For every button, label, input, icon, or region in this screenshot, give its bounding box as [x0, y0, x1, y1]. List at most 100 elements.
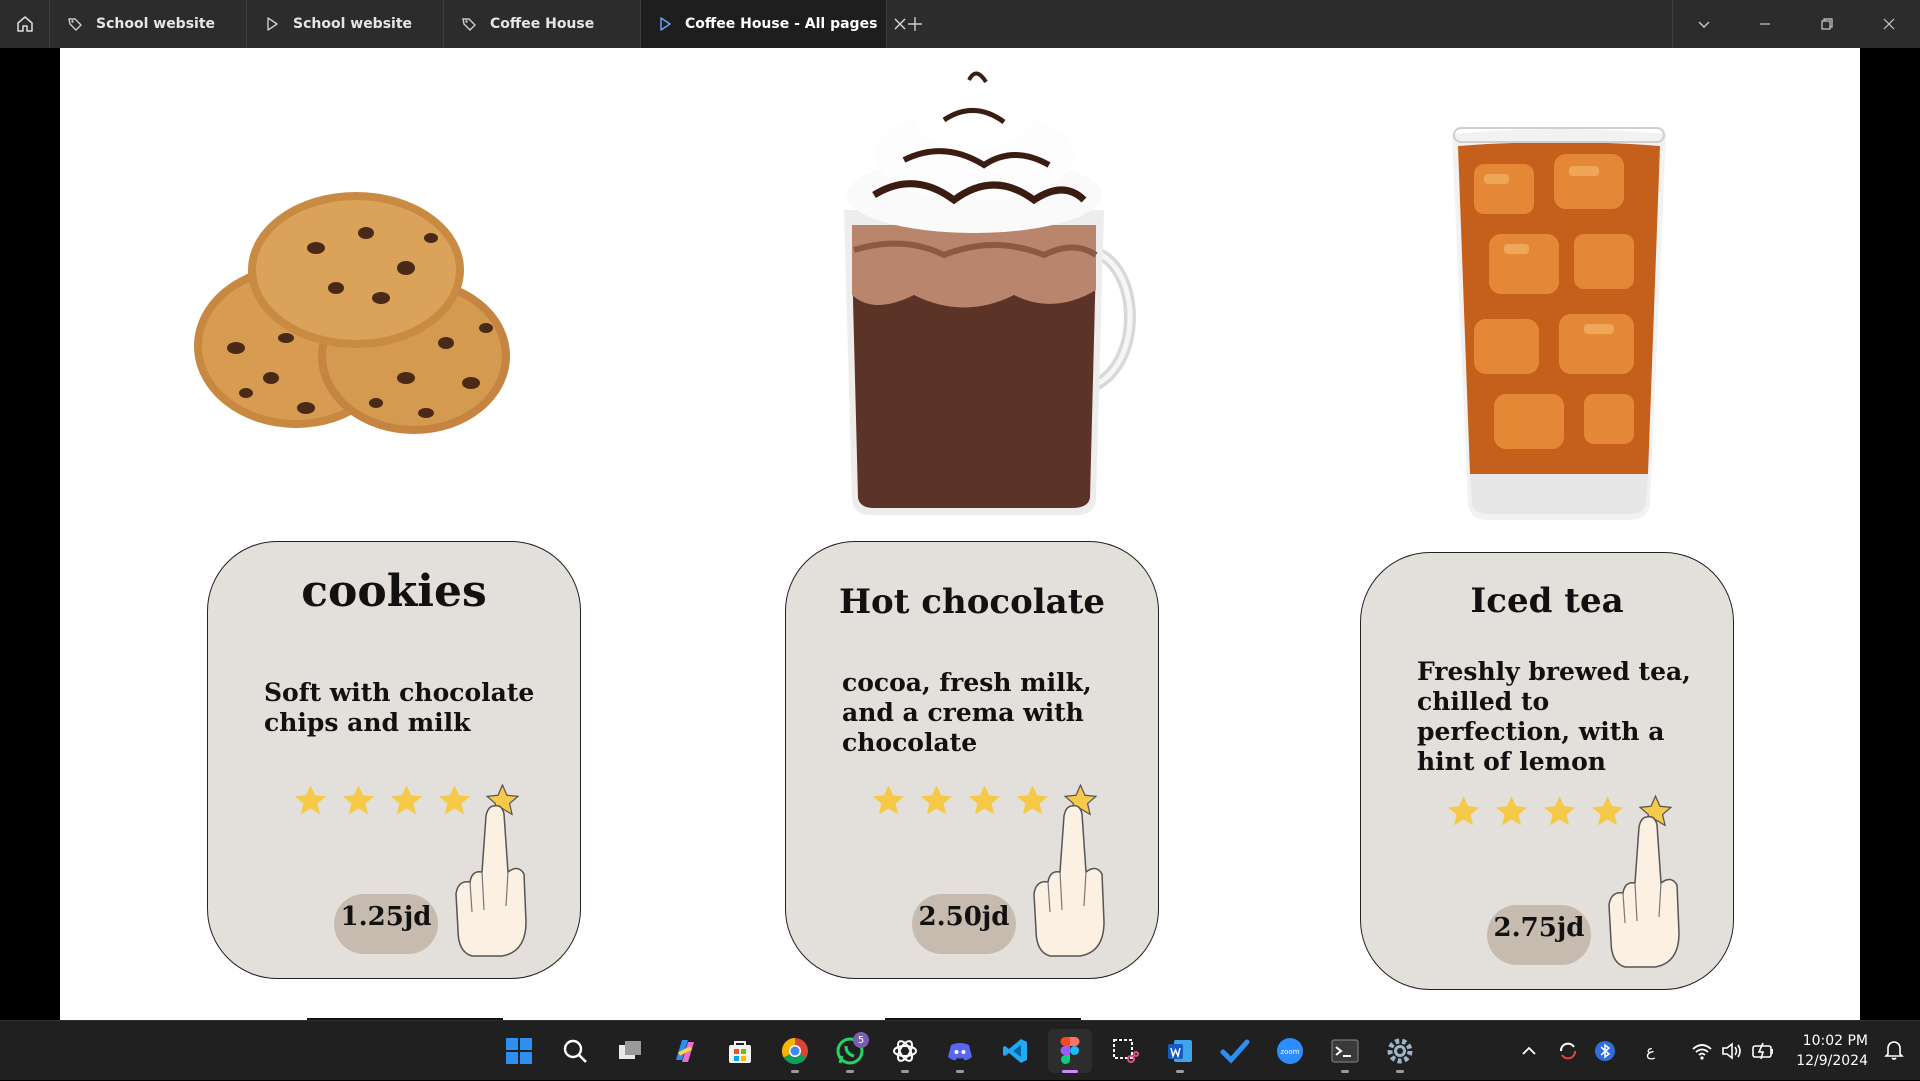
start-button[interactable]	[497, 1029, 541, 1073]
windows-icon	[506, 1038, 532, 1064]
tab-bar: School website School website Coffee Hou…	[0, 0, 1920, 48]
time-text: 10:02 PM	[1802, 1033, 1868, 1049]
svg-text:zoom: zoom	[1280, 1048, 1299, 1056]
todo-button[interactable]	[1213, 1029, 1257, 1073]
hot-chocolate-photo	[844, 71, 1136, 515]
copilot-button[interactable]	[663, 1029, 707, 1073]
vscode-icon	[1003, 1039, 1027, 1063]
discord-icon	[948, 1043, 972, 1061]
chevron-up-icon[interactable]	[1518, 1040, 1540, 1062]
figma-icon	[1060, 1037, 1080, 1064]
star-icon[interactable]	[1541, 793, 1578, 830]
tab-school-website-2[interactable]: School website	[247, 0, 444, 48]
price-badge: 2.50jd	[912, 894, 1016, 954]
price-badge: 1.25jd	[334, 894, 438, 954]
snipping-tool-button[interactable]	[1103, 1029, 1147, 1073]
coffee-house-frame: cookies Soft with chocolate chips and mi…	[60, 48, 1860, 1020]
chrome-button[interactable]	[773, 1029, 817, 1073]
price-badge: 2.75jd	[1487, 905, 1591, 965]
minimize-button[interactable]	[1734, 0, 1796, 48]
chatgpt-button[interactable]	[883, 1029, 927, 1073]
keyboard-language-indicator[interactable]: ع	[1646, 1042, 1655, 1060]
star-icon[interactable]	[340, 782, 377, 819]
task-view-button[interactable]	[608, 1029, 652, 1073]
product-description: Soft with chocolate chips and milk	[264, 678, 535, 737]
tab-coffee-house-all-pages[interactable]: Coffee House - All pages	[641, 0, 906, 48]
snipping-tool-icon	[1113, 1039, 1139, 1063]
iced-tea-photo	[1452, 127, 1666, 520]
price-text: 2.50jd	[918, 902, 1010, 932]
star-icon[interactable]	[1445, 793, 1482, 830]
terminal-icon	[1331, 1039, 1359, 1063]
new-tab-button[interactable]	[887, 0, 943, 48]
task-view-icon	[619, 1041, 641, 1059]
restore-button[interactable]	[1796, 0, 1858, 48]
restore-icon	[1821, 18, 1833, 30]
chrome-icon	[781, 1037, 808, 1065]
clock[interactable]: 10:02 PM 12/9/2024	[1796, 1031, 1868, 1071]
word-button[interactable]	[1158, 1029, 1202, 1073]
terminal-button[interactable]	[1323, 1029, 1367, 1073]
todo-checkmark-icon	[1220, 1039, 1250, 1064]
discord-button[interactable]	[938, 1029, 982, 1073]
tab-bar-spacer	[943, 0, 1672, 48]
date-text: 12/9/2024	[1796, 1053, 1868, 1069]
pointing-hand-icon	[1608, 815, 1680, 968]
prototype-icon	[66, 15, 84, 33]
sync-icon[interactable]	[1556, 1039, 1580, 1063]
battery-icon[interactable]	[1751, 1041, 1775, 1061]
volume-icon[interactable]	[1721, 1041, 1743, 1061]
star-icon[interactable]	[966, 782, 1003, 819]
system-tray: ع	[1518, 1021, 1775, 1081]
taskbar: 5 zoom ع 10:02 PM 12/9/2024	[0, 1020, 1920, 1080]
product-card-hot-chocolate[interactable]: Hot chocolate cocoa, fresh milk, and a c…	[785, 541, 1159, 979]
close-icon	[1883, 18, 1895, 30]
minimize-icon	[1760, 23, 1770, 25]
home-icon	[16, 16, 33, 32]
search-button[interactable]	[553, 1029, 597, 1073]
product-card-cookies[interactable]: cookies Soft with chocolate chips and mi…	[207, 541, 581, 979]
store-button[interactable]	[718, 1029, 762, 1073]
star-icon[interactable]	[292, 782, 329, 819]
copilot-icon	[676, 1040, 694, 1062]
bluetooth-icon[interactable]	[1594, 1040, 1616, 1062]
chatgpt-icon	[893, 1040, 917, 1062]
pointing-hand-icon	[1033, 804, 1105, 957]
tab-list-button[interactable]	[1672, 0, 1734, 48]
notification-bell-icon[interactable]	[1884, 1039, 1904, 1061]
star-icon[interactable]	[1493, 793, 1530, 830]
gear-icon	[1387, 1038, 1413, 1064]
play-icon	[657, 15, 673, 33]
product-title: Iced tea	[1470, 581, 1624, 621]
zoom-button[interactable]: zoom	[1268, 1029, 1312, 1073]
close-window-button[interactable]	[1858, 0, 1920, 48]
star-icon[interactable]	[388, 782, 425, 819]
price-text: 1.25jd	[340, 902, 432, 932]
star-icon[interactable]	[918, 782, 955, 819]
prototype-icon	[460, 15, 478, 33]
play-icon	[263, 15, 281, 33]
settings-button[interactable]	[1378, 1029, 1422, 1073]
search-icon	[563, 1039, 587, 1063]
tab-label: School website	[293, 16, 413, 32]
product-description: Freshly brewed tea, chilled to perfectio…	[1417, 657, 1691, 776]
product-description: cocoa, fresh milk, and a crema with choc…	[842, 668, 1092, 757]
vscode-button[interactable]	[993, 1029, 1037, 1073]
product-title: Hot chocolate	[838, 582, 1106, 622]
product-card-iced-tea[interactable]: Iced tea Freshly brewed tea, chilled to …	[1360, 552, 1734, 990]
tab-school-website-1[interactable]: School website	[50, 0, 247, 48]
star-icon[interactable]	[870, 782, 907, 819]
whatsapp-button[interactable]: 5	[828, 1029, 872, 1073]
tab-label: Coffee House - All pages	[685, 16, 878, 32]
plus-icon	[908, 17, 922, 31]
store-icon	[729, 1041, 751, 1063]
tab-coffee-house[interactable]: Coffee House	[444, 0, 641, 48]
figma-button[interactable]	[1048, 1029, 1092, 1073]
word-icon	[1168, 1040, 1192, 1062]
wifi-icon[interactable]	[1691, 1041, 1713, 1061]
home-button[interactable]	[0, 0, 50, 48]
price-text: 2.75jd	[1493, 913, 1585, 943]
chevron-down-icon	[1698, 21, 1709, 28]
notification-badge: 5	[853, 1032, 869, 1048]
product-title: cookies	[301, 566, 487, 617]
